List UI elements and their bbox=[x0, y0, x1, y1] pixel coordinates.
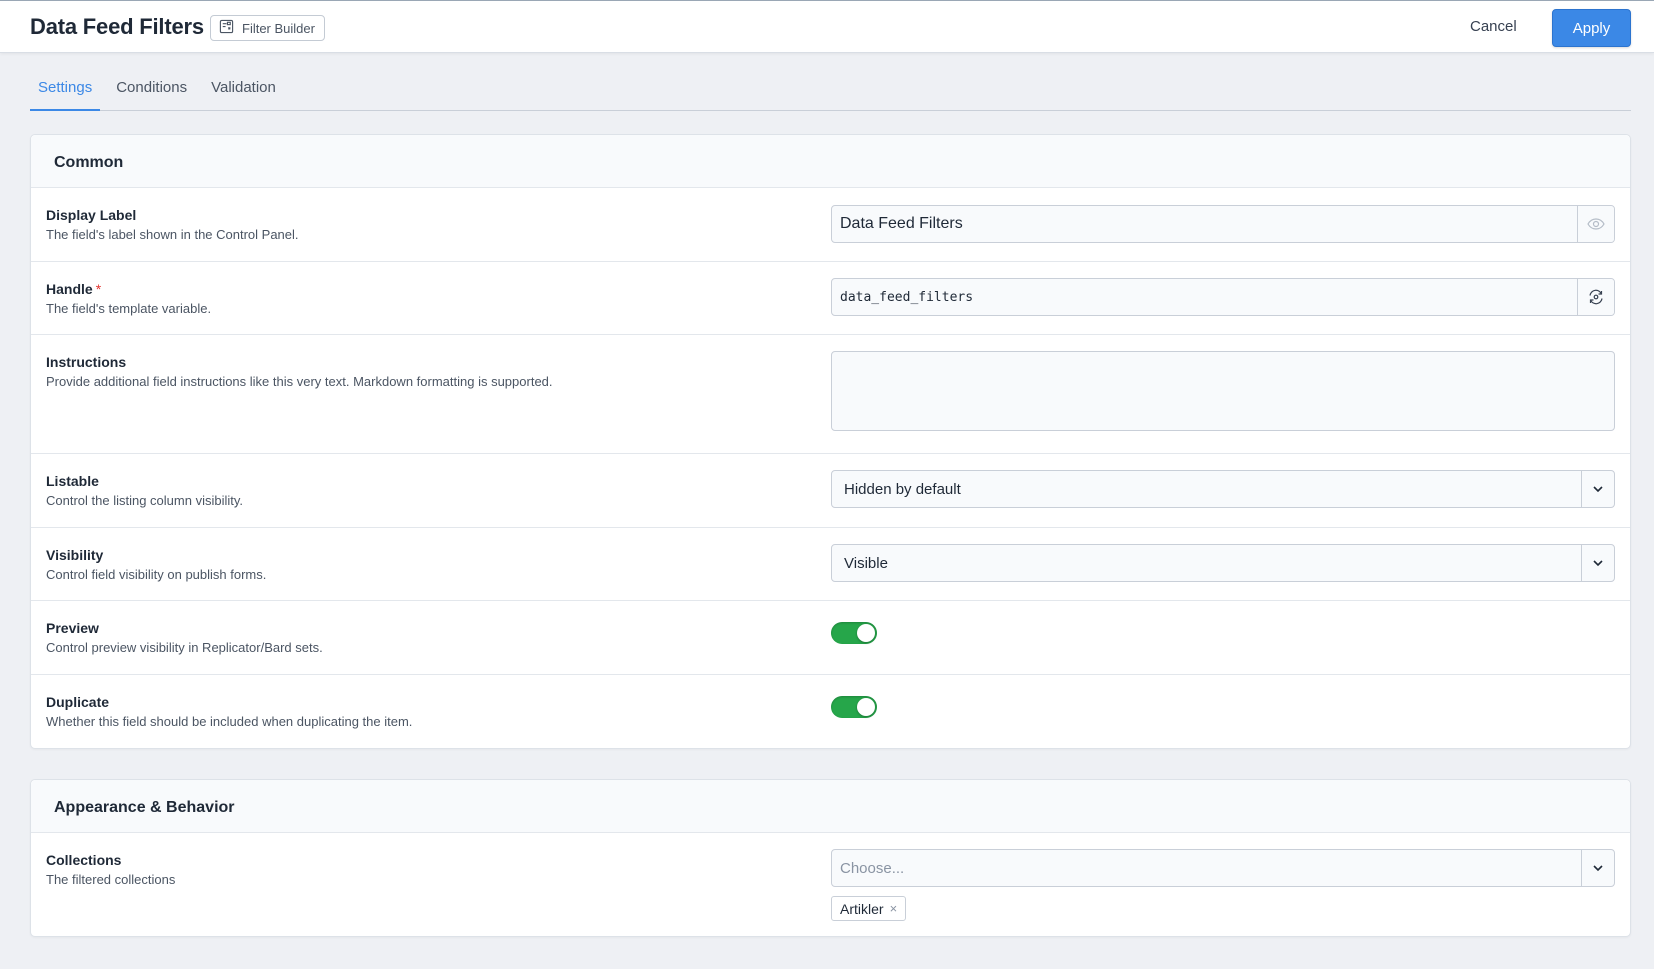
tab-bar: Settings Conditions Validation bbox=[30, 70, 1631, 111]
field-label: Collections bbox=[46, 852, 122, 868]
preview-toggle[interactable] bbox=[831, 622, 877, 644]
collections-select[interactable]: Choose... bbox=[831, 849, 1615, 887]
field-help: The field's label shown in the Control P… bbox=[46, 227, 299, 242]
visibility-row: Visibility Control field visibility on p… bbox=[31, 528, 1630, 601]
duplicate-row: Duplicate Whether this field should be i… bbox=[31, 675, 1630, 748]
field-label: Visibility bbox=[46, 547, 104, 563]
toggle-knob bbox=[857, 698, 875, 716]
chevron-down-icon[interactable] bbox=[1581, 545, 1614, 581]
handle-input[interactable]: data_feed_filters bbox=[831, 278, 1615, 316]
field-help: Whether this field should be included wh… bbox=[46, 714, 413, 729]
page-title: Data Feed Filters bbox=[30, 14, 204, 39]
tag-label: Artikler bbox=[840, 900, 884, 917]
common-section: Common Display Label The field's label s… bbox=[30, 134, 1631, 749]
handle-row: Handle * The field's template variable. d… bbox=[31, 262, 1630, 335]
field-label: Handle * bbox=[46, 281, 102, 297]
display-label-row: Display Label The field's label shown in… bbox=[31, 188, 1630, 262]
instructions-textarea[interactable] bbox=[831, 351, 1615, 431]
field-label: Preview bbox=[46, 620, 99, 636]
chevron-down-icon[interactable] bbox=[1581, 471, 1614, 507]
field-help: Control the listing column visibility. bbox=[46, 493, 243, 508]
preview-row: Preview Control preview visibility in Re… bbox=[31, 601, 1630, 675]
duplicate-toggle[interactable] bbox=[831, 696, 877, 718]
listable-row: Listable Control the listing column visi… bbox=[31, 454, 1630, 528]
tab-validation[interactable]: Validation bbox=[203, 70, 284, 111]
field-help: Provide additional field instructions li… bbox=[46, 374, 553, 389]
collections-row: Collections The filtered collections Cho… bbox=[31, 833, 1630, 936]
eye-icon[interactable] bbox=[1577, 206, 1614, 242]
fieldtype-label: Filter Builder bbox=[242, 20, 315, 36]
tab-conditions[interactable]: Conditions bbox=[108, 70, 195, 111]
field-label: Display Label bbox=[46, 207, 137, 223]
selected-collection-tag: Artikler × bbox=[831, 896, 907, 921]
collections-placeholder[interactable]: Choose... bbox=[832, 850, 1581, 886]
display-label-value[interactable]: Data Feed Filters bbox=[832, 206, 1577, 242]
filter-builder-icon bbox=[219, 19, 234, 37]
section-title: Appearance & Behavior bbox=[31, 780, 1630, 833]
required-marker: * bbox=[95, 281, 102, 297]
toggle-knob bbox=[857, 624, 875, 642]
field-help: The filtered collections bbox=[46, 872, 176, 887]
section-title: Common bbox=[31, 135, 1630, 188]
field-help: Control preview visibility in Replicator… bbox=[46, 640, 323, 655]
field-label: Instructions bbox=[46, 354, 127, 370]
cancel-button[interactable]: Cancel bbox=[1470, 18, 1517, 35]
remove-tag-icon[interactable]: × bbox=[890, 901, 898, 916]
handle-value[interactable]: data_feed_filters bbox=[832, 279, 1577, 315]
chevron-down-icon[interactable] bbox=[1581, 850, 1614, 886]
listable-select[interactable]: Hidden by default bbox=[831, 470, 1615, 508]
visibility-value[interactable]: Visible bbox=[832, 545, 1581, 581]
fieldtype-badge: Filter Builder bbox=[210, 15, 325, 41]
visibility-select[interactable]: Visible bbox=[831, 544, 1615, 582]
field-label: Duplicate bbox=[46, 694, 110, 710]
field-help: Control field visibility on publish form… bbox=[46, 567, 267, 582]
tab-settings[interactable]: Settings bbox=[30, 70, 101, 111]
field-help: The field's template variable. bbox=[46, 301, 212, 316]
top-bar: Data Feed Filters Filter Builder Cancel … bbox=[0, 0, 1654, 53]
listable-value[interactable]: Hidden by default bbox=[832, 471, 1581, 507]
sync-icon[interactable] bbox=[1577, 279, 1614, 315]
instructions-row: Instructions Provide additional field in… bbox=[31, 335, 1630, 454]
display-label-input[interactable]: Data Feed Filters bbox=[831, 205, 1615, 243]
appearance-section: Appearance & Behavior Collections The fi… bbox=[30, 779, 1631, 937]
apply-button[interactable]: Apply bbox=[1552, 9, 1631, 47]
field-label: Listable bbox=[46, 473, 99, 489]
